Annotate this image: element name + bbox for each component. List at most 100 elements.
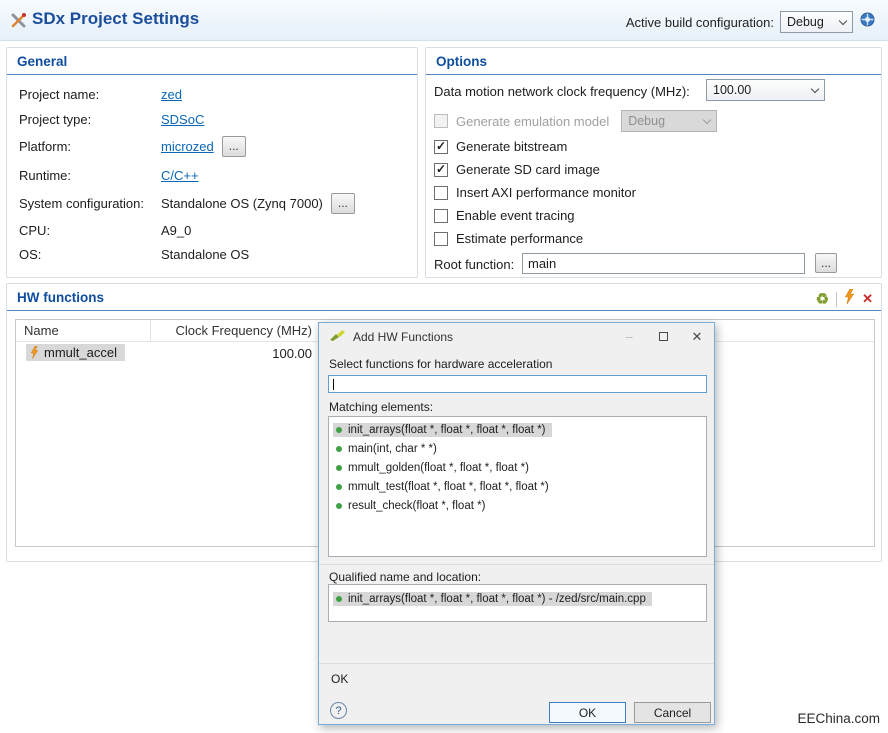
list-item[interactable]: mmult_golden(float *, float *, float *) [329, 458, 706, 477]
minimize-icon: – [612, 323, 646, 350]
event-tracing-label: Enable event tracing [456, 208, 575, 223]
qualified-name-list[interactable]: init_arrays(float *, float *, float *, f… [328, 584, 707, 622]
general-panel: General Project name: zed Project type: … [6, 47, 418, 278]
column-header-name[interactable]: Name [24, 323, 59, 338]
root-function-browse-button[interactable]: ... [815, 253, 837, 273]
function-filter-input[interactable] [328, 375, 707, 393]
system-configuration-row: System configuration: Standalone OS (Zyn… [19, 193, 355, 213]
clock-frequency-label: Data motion network clock frequency (MHz… [434, 84, 690, 99]
list-item[interactable]: init_arrays(float *, float *, float *, f… [329, 589, 706, 608]
project-type-label: Project type: [19, 112, 161, 127]
emulation-model-dropdown: Debug [621, 110, 717, 132]
event-tracing-checkbox[interactable]: ✓ [434, 209, 448, 223]
os-value: Standalone OS [161, 247, 249, 262]
function-bullet-icon [336, 446, 342, 452]
generate-sd-card-row[interactable]: ✓ Generate SD card image [434, 162, 600, 177]
select-functions-label: Select functions for hardware accelerati… [329, 357, 552, 371]
runtime-link[interactable]: C/C++ [161, 168, 199, 183]
function-bullet-icon [336, 465, 342, 471]
generate-sd-card-checkbox[interactable]: ✓ [434, 163, 448, 177]
root-function-row: Root function: ... [434, 255, 514, 277]
list-item[interactable]: init_arrays(float *, float *, float *, f… [329, 420, 706, 439]
text-caret [333, 379, 334, 390]
divider [319, 663, 714, 664]
function-bullet-icon [336, 503, 342, 509]
add-hw-functions-dialog: Add HW Functions – ✕ Select functions fo… [318, 322, 715, 725]
toolbar-separator [836, 292, 837, 307]
qualified-name-label: Qualified name and location: [329, 570, 481, 584]
check-icon: ✓ [436, 162, 446, 176]
clock-frequency-cell[interactable]: 100.00 [150, 346, 312, 361]
project-name-row: Project name: zed [19, 84, 182, 104]
platform-link[interactable]: microzed [161, 139, 214, 154]
hw-function-bolt-icon [30, 346, 39, 359]
tools-icon [10, 12, 27, 34]
project-type-link[interactable]: SDSoC [161, 112, 204, 127]
dialog-title: Add HW Functions [353, 330, 453, 344]
project-name-link[interactable]: zed [161, 87, 182, 102]
help-icon[interactable]: ? [330, 702, 347, 719]
list-item[interactable]: main(int, char * *) [329, 439, 706, 458]
chevron-down-icon [811, 84, 819, 92]
column-header-clock[interactable]: Clock Frequency (MHz) [150, 323, 312, 338]
generate-emulation-model-label: Generate emulation model [456, 114, 609, 129]
maximize-icon[interactable] [646, 323, 680, 350]
options-panel: Options Data motion network clock freque… [425, 47, 882, 278]
dialog-titlebar[interactable]: Add HW Functions – ✕ [319, 323, 714, 351]
generate-emulation-model-checkbox: ✓ [434, 114, 448, 128]
watermark: EEChina.com [797, 711, 880, 726]
estimate-performance-checkbox[interactable]: ✓ [434, 232, 448, 246]
axi-monitor-checkbox[interactable]: ✓ [434, 186, 448, 200]
remove-hw-function-icon[interactable]: ✕ [862, 291, 873, 307]
root-function-label: Root function: [434, 257, 514, 272]
clock-frequency-dropdown[interactable]: 100.00 [706, 79, 825, 101]
system-configuration-value: Standalone OS (Zynq 7000) [161, 196, 323, 211]
estimate-performance-row[interactable]: ✓ Estimate performance [434, 231, 583, 246]
function-bullet-icon [336, 427, 342, 433]
divider [319, 564, 714, 565]
manage-configurations-icon[interactable] [859, 11, 876, 33]
cancel-button[interactable]: Cancel [634, 702, 711, 723]
estimate-performance-label: Estimate performance [456, 231, 583, 246]
chevron-down-icon [839, 16, 847, 24]
options-panel-title: Options [426, 48, 881, 75]
root-function-input[interactable] [522, 253, 805, 274]
check-icon: ✓ [436, 139, 446, 153]
chevron-down-icon [703, 115, 711, 123]
platform-row: Platform: microzed ... [19, 136, 246, 156]
add-hw-function-icon[interactable] [844, 289, 855, 309]
project-type-row: Project type: SDSoC [19, 109, 204, 129]
dialog-icon [330, 328, 345, 346]
cpu-row: CPU: A9_0 [19, 220, 191, 240]
function-bullet-icon [336, 596, 342, 602]
platform-label: Platform: [19, 139, 161, 154]
header-band: SDx Project Settings Active build config… [0, 0, 888, 41]
list-item[interactable]: result_check(float *, float *) [329, 496, 706, 515]
active-build-config-dropdown[interactable]: Debug [780, 11, 853, 33]
project-name-label: Project name: [19, 87, 161, 102]
runtime-row: Runtime: C/C++ [19, 165, 199, 185]
general-panel-title: General [7, 48, 417, 75]
event-tracing-row[interactable]: ✓ Enable event tracing [434, 208, 575, 223]
system-configuration-label: System configuration: [19, 196, 161, 211]
generate-bitstream-row[interactable]: ✓ Generate bitstream [434, 139, 567, 154]
generate-bitstream-label: Generate bitstream [456, 139, 567, 154]
active-build-config-label: Active build configuration: [626, 15, 774, 30]
generate-sd-card-label: Generate SD card image [456, 162, 600, 177]
hw-function-cell[interactable]: mmult_accel [26, 344, 125, 361]
status-text: OK [331, 672, 348, 686]
platform-browse-button[interactable]: ... [222, 136, 246, 157]
ok-button[interactable]: OK [549, 702, 626, 723]
generate-bitstream-checkbox[interactable]: ✓ [434, 140, 448, 154]
axi-monitor-label: Insert AXI performance monitor [456, 185, 636, 200]
emulation-model-row: ✓ Generate emulation model Debug [434, 110, 717, 132]
axi-monitor-row[interactable]: ✓ Insert AXI performance monitor [434, 185, 636, 200]
list-item[interactable]: mmult_test(float *, float *, float *, fl… [329, 477, 706, 496]
page-title: SDx Project Settings [32, 9, 199, 29]
matching-elements-list[interactable]: init_arrays(float *, float *, float *, f… [328, 416, 707, 557]
os-row: OS: Standalone OS [19, 244, 249, 264]
system-configuration-browse-button[interactable]: ... [331, 193, 355, 214]
runtime-label: Runtime: [19, 168, 161, 183]
close-icon[interactable]: ✕ [680, 323, 714, 350]
refresh-hw-functions-icon[interactable]: ♻ [816, 292, 829, 307]
